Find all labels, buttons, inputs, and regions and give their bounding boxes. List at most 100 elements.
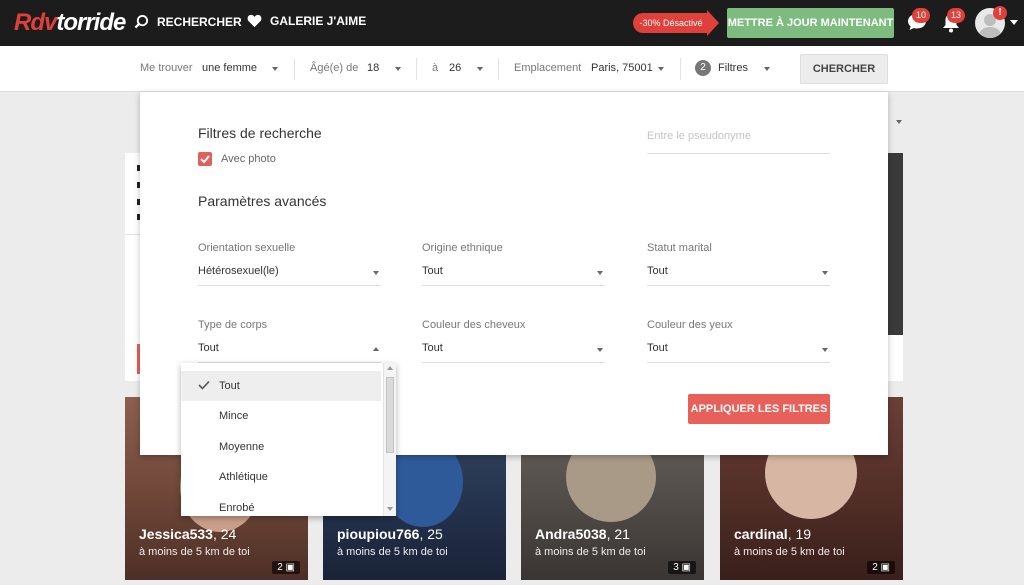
filters-count-badge: 2 bbox=[695, 60, 711, 76]
camera-icon: ▣ bbox=[681, 562, 691, 573]
messages-count-badge: 10 bbox=[912, 8, 930, 23]
advanced-settings-title: Paramètres avancés bbox=[198, 193, 327, 209]
chevron-down-icon bbox=[477, 67, 483, 71]
profile-name: Andra5038, 21 bbox=[535, 526, 630, 542]
filter-panel-title: Filtres de recherche bbox=[198, 125, 322, 141]
scrollbar-thumb[interactable] bbox=[386, 377, 394, 453]
scroll-down-arrow[interactable] bbox=[387, 507, 393, 511]
promo-badge: -30% Désactivé bbox=[633, 10, 719, 36]
nav-gallery-label: GALERIE J'AIME bbox=[270, 14, 367, 28]
body-type-label: Type de corps bbox=[198, 319, 268, 331]
divider bbox=[294, 58, 295, 80]
filters-toggle[interactable]: Filtres bbox=[718, 62, 748, 74]
orientation-value: Hétérosexuel(le) bbox=[198, 265, 279, 277]
location-select[interactable]: Paris, 75001 bbox=[591, 62, 653, 74]
profile-alert-badge: ! bbox=[993, 6, 1007, 20]
pseudonym-input[interactable]: Entre le pseudonyme bbox=[647, 130, 830, 154]
search-button[interactable]: CHERCHER bbox=[800, 54, 888, 84]
divider bbox=[416, 58, 417, 80]
photo-count-value: 3 bbox=[673, 562, 679, 573]
chevron-down-icon bbox=[764, 67, 770, 71]
find-select[interactable]: une femme bbox=[202, 62, 257, 74]
chevron-down-icon[interactable] bbox=[1010, 20, 1018, 25]
background-photo bbox=[888, 153, 903, 335]
age-to-label: à bbox=[432, 62, 439, 74]
profile-name: pioupiou766, 25 bbox=[337, 526, 443, 542]
ethnic-select[interactable]: Tout bbox=[422, 262, 605, 286]
profile-username: Andra5038 bbox=[535, 526, 607, 542]
profile-age: , 24 bbox=[212, 526, 237, 542]
marital-select[interactable]: Tout bbox=[647, 262, 830, 286]
dropdown-option-label: Athlétique bbox=[219, 471, 268, 483]
profile-age: , 19 bbox=[787, 526, 812, 542]
dropdown-option[interactable]: Athlétique bbox=[181, 462, 381, 492]
dropdown-option[interactable]: Moyenne bbox=[181, 432, 381, 462]
dropdown-option[interactable]: Enrobé bbox=[181, 493, 381, 516]
chevron-down-icon bbox=[896, 120, 902, 124]
chevron-down-icon bbox=[373, 271, 379, 275]
eye-color-select[interactable]: Tout bbox=[647, 339, 830, 363]
age-label: Âgé(e) de bbox=[310, 62, 359, 74]
checkmark-icon bbox=[198, 380, 210, 390]
logo-part-1: Rdv bbox=[14, 9, 57, 36]
site-logo[interactable]: Rdvtorride bbox=[14, 9, 126, 37]
with-photo-checkbox[interactable] bbox=[198, 152, 212, 166]
chevron-up-icon bbox=[373, 347, 379, 351]
search-bar: Me trouver une femme Âgé(e) de 18 à 26 E… bbox=[0, 46, 1024, 92]
chevron-down-icon bbox=[658, 67, 664, 71]
nav-search[interactable]: RECHERCHER bbox=[134, 14, 242, 29]
notifications-count-badge: 13 bbox=[947, 8, 965, 23]
hair-color-label: Couleur des cheveux bbox=[422, 319, 526, 331]
body-type-value: Tout bbox=[198, 342, 219, 354]
orientation-label: Orientation sexuelle bbox=[198, 242, 296, 254]
photo-count: 2 ▣ bbox=[272, 561, 300, 574]
heart-icon bbox=[247, 14, 262, 28]
find-label: Me trouver bbox=[140, 62, 193, 74]
top-navigation-bar: Rdvtorride RECHERCHER GALERIE J'AIME -30… bbox=[0, 0, 1024, 46]
hair-color-value: Tout bbox=[422, 342, 443, 354]
ethnic-value: Tout bbox=[422, 265, 443, 277]
upgrade-button[interactable]: METTRE À JOUR MAINTENANT bbox=[727, 8, 894, 38]
promo-text: -30% Désactivé bbox=[633, 13, 709, 33]
divider bbox=[680, 58, 681, 80]
dropdown-option-label: Mince bbox=[219, 410, 249, 422]
chevron-down-icon bbox=[272, 67, 278, 71]
profile-username: cardinal bbox=[734, 526, 788, 542]
profile-username: Jessica533 bbox=[139, 526, 213, 542]
profile-distance: à moins de 5 km de toi bbox=[139, 546, 250, 558]
age-to-select[interactable]: 26 bbox=[449, 62, 461, 74]
dropdown-option[interactable]: Mince bbox=[181, 401, 381, 431]
divider bbox=[498, 58, 499, 80]
age-from-select[interactable]: 18 bbox=[367, 62, 379, 74]
ethnic-label: Origine ethnique bbox=[422, 242, 503, 254]
chevron-down-icon bbox=[597, 271, 603, 275]
dropdown-option-label: Enrobé bbox=[219, 502, 255, 514]
body-type-select[interactable]: Tout bbox=[198, 339, 381, 363]
apply-filters-button[interactable]: APPLIQUER LES FILTRES bbox=[688, 394, 830, 424]
hair-color-select[interactable]: Tout bbox=[422, 339, 605, 363]
photo-count: 2 ▣ bbox=[867, 561, 895, 574]
logo-part-2: torride bbox=[56, 9, 126, 36]
search-icon bbox=[134, 14, 149, 29]
dropdown-option-label: Tout bbox=[219, 380, 240, 392]
dropdown-option[interactable]: Tout bbox=[181, 371, 381, 401]
marital-label: Statut marital bbox=[647, 242, 712, 254]
nav-gallery[interactable]: GALERIE J'AIME bbox=[247, 14, 366, 28]
camera-icon: ▣ bbox=[285, 562, 295, 573]
with-photo-label: Avec photo bbox=[221, 153, 276, 165]
promo-arrow bbox=[707, 10, 719, 36]
checkmark-icon bbox=[200, 155, 210, 164]
chevron-down-icon bbox=[395, 67, 401, 71]
photo-count-value: 2 bbox=[872, 562, 878, 573]
dropdown-scrollbar[interactable] bbox=[383, 363, 396, 516]
profile-username: pioupiou766 bbox=[337, 526, 420, 542]
dropdown-option-label: Moyenne bbox=[219, 441, 265, 453]
profile-distance: à moins de 5 km de toi bbox=[535, 546, 646, 558]
nav-search-label: RECHERCHER bbox=[157, 14, 242, 29]
chevron-down-icon bbox=[822, 348, 828, 352]
scroll-up-arrow[interactable] bbox=[387, 366, 393, 370]
orientation-select[interactable]: Hétérosexuel(le) bbox=[198, 262, 381, 286]
profile-distance: à moins de 5 km de toi bbox=[734, 546, 845, 558]
eye-color-label: Couleur des yeux bbox=[647, 319, 733, 331]
profile-distance: à moins de 5 km de toi bbox=[337, 546, 448, 558]
